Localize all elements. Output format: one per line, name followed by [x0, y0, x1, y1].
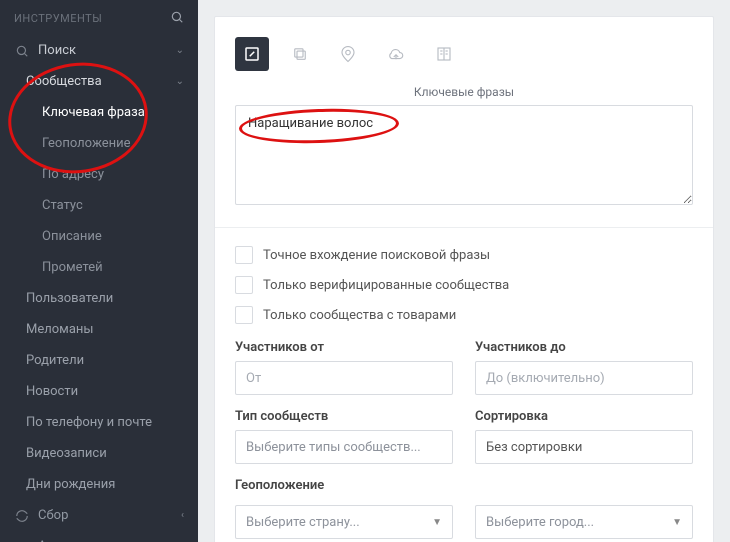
sidebar-sub-description[interactable]: Описание [0, 221, 198, 252]
tab-book[interactable] [427, 37, 461, 71]
tab-pin[interactable] [331, 37, 365, 71]
tab-edit[interactable] [235, 37, 269, 71]
sidebar-sub-address[interactable]: По адресу [0, 159, 198, 190]
sidebar-item-birthdays[interactable]: Дни рождения [0, 469, 198, 500]
members-from-input[interactable] [235, 361, 453, 395]
sidebar-header: ИНСТРУМЕНТЫ [0, 0, 198, 35]
checkbox-box [235, 306, 253, 324]
tab-cloud[interactable] [379, 37, 413, 71]
community-type-select[interactable]: Выберите типы сообществ... [235, 430, 453, 464]
sidebar-item-activities[interactable]: Активности ‹ [0, 531, 198, 542]
refresh-icon [14, 509, 30, 523]
select-placeholder: Выберите типы сообществ... [246, 440, 421, 455]
chevron-left-icon: ‹ [181, 510, 184, 521]
sidebar-section-label: Сообщества [26, 74, 102, 89]
chevron-down-icon: ⌄ [176, 45, 184, 56]
sidebar-item-users[interactable]: Пользователи [0, 283, 198, 314]
field-members-from: Участников от [235, 340, 453, 395]
checkbox-group: Точное вхождение поисковой фразы Только … [235, 246, 693, 324]
sidebar-sub-keyphrase[interactable]: Ключевая фраза [0, 97, 198, 128]
checkbox-verified[interactable]: Только верифицированные сообщества [235, 276, 693, 294]
sidebar: ИНСТРУМЕНТЫ Поиск ⌄ Сообщества ⌄ Ключева… [0, 0, 198, 542]
caret-down-icon: ▼ [432, 517, 442, 528]
checkbox-label: Точное вхождение поисковой фразы [263, 248, 490, 263]
caret-down-icon: ▼ [672, 517, 682, 528]
sidebar-sub-prometheus[interactable]: Прометей [0, 252, 198, 283]
keyphrase-textarea[interactable] [235, 105, 693, 205]
sidebar-item-search[interactable]: Поиск ⌄ [0, 35, 198, 66]
sidebar-item-parents[interactable]: Родители [0, 345, 198, 376]
main-panel: Ключевые фразы Точное вхождение поисково… [198, 0, 730, 542]
fields-grid: Участников от Участников до Тип сообщест… [235, 340, 693, 539]
field-label: Тип сообществ [235, 409, 453, 424]
select-value: Без сортировки [486, 440, 582, 455]
checkbox-exact[interactable]: Точное вхождение поисковой фразы [235, 246, 693, 264]
sidebar-item-label: Поиск [38, 43, 76, 58]
field-label: Геоположение [235, 478, 693, 493]
field-community-type: Тип сообществ Выберите типы сообществ... [235, 409, 453, 464]
members-to-input[interactable] [475, 361, 693, 395]
keyphrases-title: Ключевые фразы [235, 85, 693, 99]
sidebar-sub-geo[interactable]: Геоположение [0, 128, 198, 159]
sidebar-sub-status[interactable]: Статус [0, 190, 198, 221]
field-label: Участников от [235, 340, 453, 355]
sidebar-item-label: Сбор [38, 508, 68, 523]
form-card: Ключевые фразы Точное вхождение поисково… [214, 16, 714, 542]
checkbox-box [235, 246, 253, 264]
sidebar-item-phone-mail[interactable]: По телефону и почте [0, 407, 198, 438]
country-select[interactable]: Выберите страну... ▼ [235, 505, 453, 539]
sidebar-top-group: Поиск ⌄ Сообщества ⌄ Ключевая фраза Геоп… [0, 35, 198, 283]
field-city: Выберите город... ▼ [475, 505, 693, 539]
tab-copy[interactable] [283, 37, 317, 71]
city-select[interactable]: Выберите город... ▼ [475, 505, 693, 539]
field-country: Выберите страну... ▼ [235, 505, 453, 539]
sidebar-title: ИНСТРУМЕНТЫ [14, 12, 102, 25]
select-placeholder: Выберите страну... [246, 515, 360, 530]
magnifier-icon [14, 44, 30, 58]
sidebar-section-communities[interactable]: Сообщества ⌄ [0, 66, 198, 97]
checkbox-label: Только верифицированные сообщества [263, 278, 509, 293]
sidebar-item-news[interactable]: Новости [0, 376, 198, 407]
tab-toolbar [235, 33, 693, 85]
sort-select[interactable]: Без сортировки [475, 430, 693, 464]
checkbox-box [235, 276, 253, 294]
checkbox-goods[interactable]: Только сообщества с товарами [235, 306, 693, 324]
sidebar-item-sbor[interactable]: Сбор ‹ [0, 500, 198, 531]
search-icon[interactable] [170, 10, 184, 27]
chevron-down-icon: ⌄ [176, 76, 184, 87]
geo-label-row: Геоположение [235, 478, 693, 499]
select-placeholder: Выберите город... [486, 515, 594, 530]
field-sort: Сортировка Без сортировки [475, 409, 693, 464]
checkbox-label: Только сообщества с товарами [263, 308, 456, 323]
field-label: Сортировка [475, 409, 693, 424]
field-members-to: Участников до [475, 340, 693, 395]
field-label: Участников до [475, 340, 693, 355]
sidebar-item-melomany[interactable]: Меломаны [0, 314, 198, 345]
divider [215, 227, 713, 228]
sidebar-item-videos[interactable]: Видеозаписи [0, 438, 198, 469]
